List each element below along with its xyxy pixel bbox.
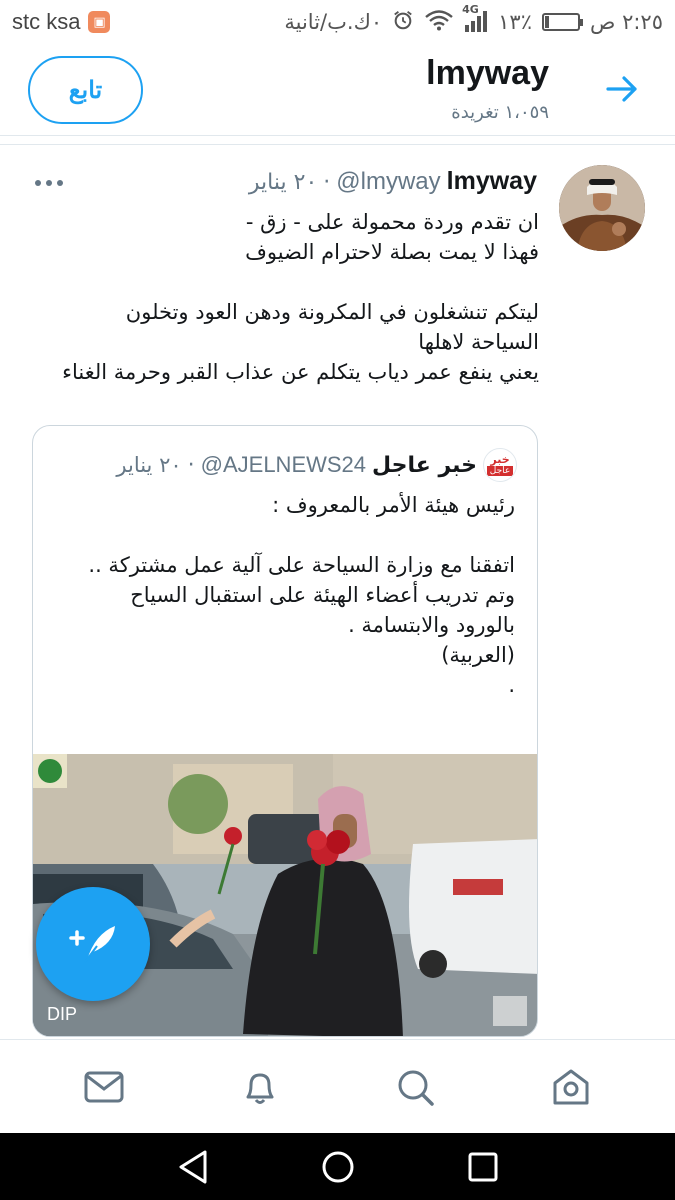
tweet-line: فهذا لا يمت بصلة لاحترام الضيوف [245,240,539,264]
carrier-label: stc ksa [12,9,81,34]
tweet-line [29,267,539,297]
quoted-author-handle: @AJELNEWS24 [200,452,367,477]
compose-feather-icon [67,920,119,968]
system-navigation [0,1133,675,1200]
svg-text:DIP: DIP [47,1004,77,1024]
network-type: 4G [462,3,479,16]
status-right: ٠ك.ب/ثانية 4G ١٣٪ ٢:٢٥ ص [284,3,663,36]
quoted-tweet-text: رئيس هيئة الأمر بالمعروف : اتفقنا مع وزا… [55,490,515,700]
mail-icon[interactable] [64,1047,144,1127]
alarm-icon [392,9,414,36]
quoted-tweet-date: ٢٠ يناير [116,453,182,477]
tweet-line: ان تقدم وردة محمولة على - زق - [245,210,539,234]
status-left: stc ksa ▣ [12,9,111,35]
search-icon[interactable] [375,1047,455,1127]
quoted-line: وتم تدريب أعضاء الهيئة على استقبال السيا… [130,583,515,607]
tweet-date: ٢٠ يناير [248,170,318,195]
tweet-line: يعني ينفع عمر دياب يتكلم عن عذاب القبر و… [62,360,539,384]
profile-header: تابع lmyway ١،٠٥٩ تغريدة [0,44,675,136]
network-speed: ٠ك.ب/ثانية [284,10,383,34]
quoted-avatar: خبر عاجل [483,448,517,482]
page-title: lmyway [426,54,549,92]
tweet-line: ليتكم تنشغلون في المكرونة ودهن العود وتخ… [125,300,539,324]
quoted-logo-top: خبر [490,453,510,466]
more-horizontal-icon[interactable] [34,173,64,186]
bell-icon[interactable] [220,1047,300,1127]
tweet-text: ان تقدم وردة محمولة على - زق - فهذا لا ي… [29,207,539,387]
battery-icon [542,13,583,31]
bottom-navigation [0,1039,675,1133]
status-bar: stc ksa ▣ ٠ك.ب/ثانية 4G ١٣٪ ٢:٢٥ ص [0,0,675,44]
quoted-line: . [508,673,515,697]
arrow-right-icon[interactable] [605,74,639,104]
avatar[interactable] [559,165,645,251]
wifi-icon [424,9,454,36]
compose-button[interactable] [36,887,150,1001]
author-name[interactable]: lmyway [447,167,537,196]
quoted-line [55,520,515,550]
signal-icon: 4G [462,3,488,33]
home-circle-icon[interactable] [308,1142,368,1192]
back-triangle-icon[interactable] [163,1142,223,1192]
author-handle[interactable]: @lmyway [336,168,440,196]
follow-button[interactable]: تابع [28,56,143,124]
quoted-author-name: خبر عاجل [372,452,477,478]
separator: · [187,452,195,478]
battery-percent: ١٣٪ [498,10,532,34]
tweet-count: ١،٠٥٩ تغريدة [451,102,549,123]
notification-app-icon: ▣ [88,11,111,33]
clock: ٢:٢٥ ص [590,10,663,34]
quoted-line: بالورود والابتسامة . [348,613,515,637]
home-icon[interactable] [531,1047,611,1127]
quoted-tweet-header: خبر عاجل خبر عاجل @AJELNEWS24 · ٢٠ يناير [116,448,517,482]
separator: · [323,170,331,195]
tweet-header: lmyway @lmyway · ٢٠ يناير [249,167,537,196]
quoted-line: اتفقنا مع وزارة السياحة على آلية عمل مشت… [88,553,515,577]
quoted-line: رئيس هيئة الأمر بالمعروف : [272,493,515,517]
quoted-line: (العربية) [441,643,515,667]
recents-square-icon[interactable] [453,1142,513,1192]
tweet-line: السياحة لاهلها [418,330,539,354]
quoted-logo-bottom: عاجل [486,466,514,476]
